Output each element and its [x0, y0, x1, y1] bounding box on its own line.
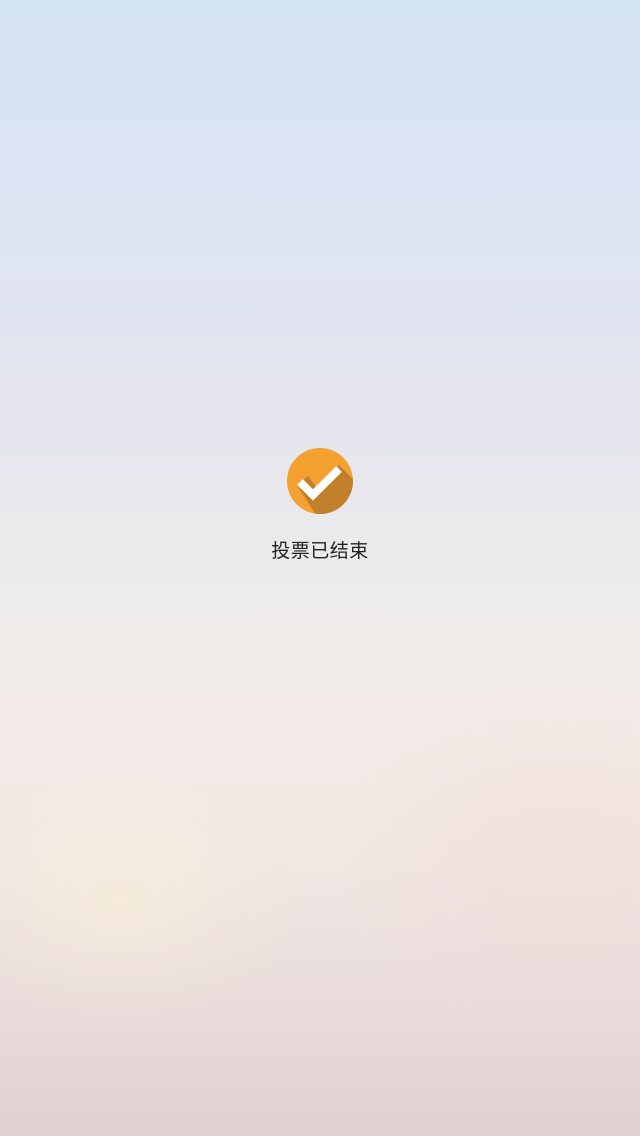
status-block: 投票已结束 — [0, 447, 640, 563]
status-message: 投票已结束 — [271, 540, 369, 562]
check-circle-icon — [287, 448, 353, 514]
vote-ended-screen: 投票已结束 — [0, 0, 640, 1136]
